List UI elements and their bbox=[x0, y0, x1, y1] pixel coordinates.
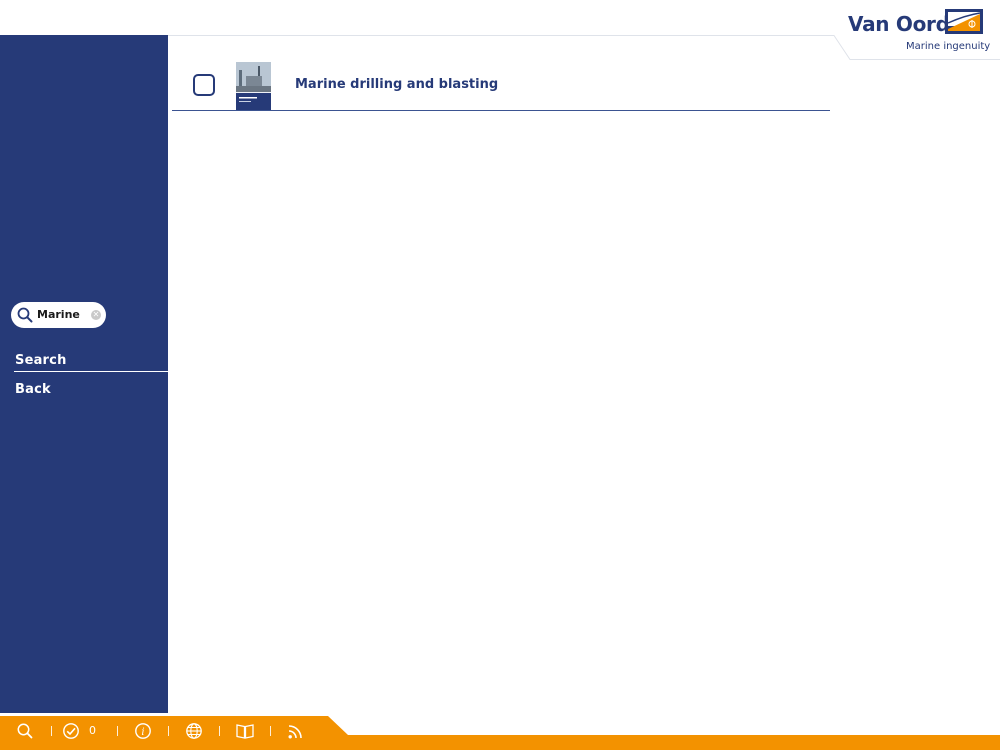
row-divider bbox=[172, 110, 830, 111]
info-icon[interactable]: i bbox=[134, 722, 152, 740]
toolbar-separator bbox=[219, 726, 220, 736]
divider bbox=[14, 371, 168, 372]
result-row[interactable]: Marine drilling and blasting bbox=[172, 60, 830, 111]
sidebar bbox=[0, 35, 168, 713]
globe-icon[interactable] bbox=[185, 722, 203, 740]
result-title[interactable]: Marine drilling and blasting bbox=[295, 77, 498, 92]
search-box[interactable]: Marine ✕ bbox=[11, 302, 106, 328]
brand-name: Van Oord bbox=[848, 12, 950, 36]
book-icon[interactable] bbox=[236, 722, 254, 740]
search-icon[interactable] bbox=[16, 722, 34, 740]
svg-text:i: i bbox=[141, 727, 144, 738]
search-icon bbox=[17, 307, 33, 323]
van-oord-logo-icon bbox=[945, 9, 983, 34]
sidebar-item-search[interactable]: Search bbox=[15, 353, 67, 368]
brand-tagline: Marine ingenuity bbox=[906, 41, 991, 52]
sidebar-item-back[interactable]: Back bbox=[15, 382, 51, 397]
brochure-thumbnail[interactable] bbox=[236, 62, 271, 110]
toolbar-separator bbox=[51, 726, 52, 736]
toolbar-separator bbox=[117, 726, 118, 736]
rss-icon[interactable] bbox=[287, 722, 305, 740]
selected-count: 0 bbox=[89, 724, 96, 737]
search-term[interactable]: Marine bbox=[37, 308, 80, 321]
clear-search-icon[interactable]: ✕ bbox=[91, 310, 101, 320]
check-circle-icon[interactable] bbox=[62, 722, 80, 740]
result-checkbox[interactable] bbox=[193, 74, 215, 96]
header-divider bbox=[168, 35, 826, 36]
toolbar-separator bbox=[168, 726, 169, 736]
toolbar-separator bbox=[270, 726, 271, 736]
